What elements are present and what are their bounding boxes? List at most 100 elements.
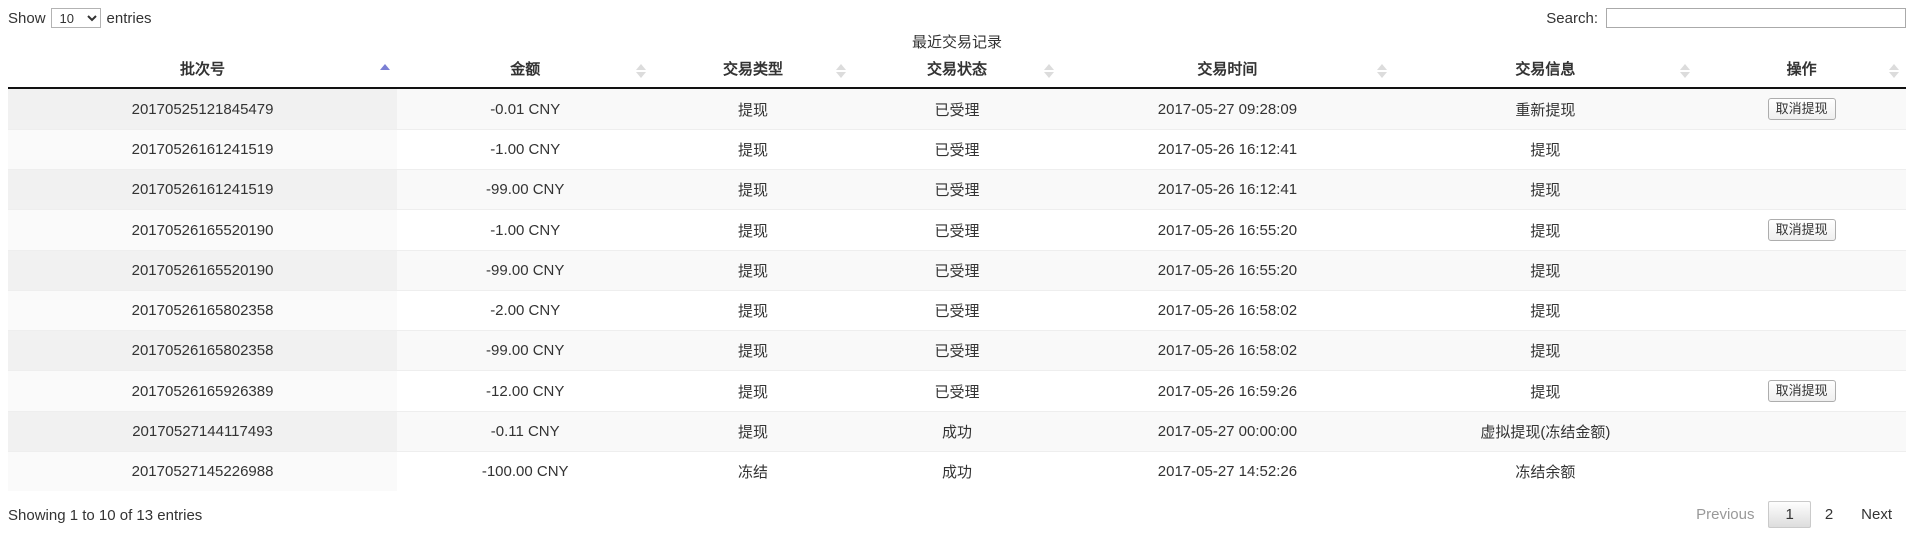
cell-status: 已受理 [852,250,1062,291]
cell-action [1697,290,1906,331]
cell-amount: -2.00 CNY [397,290,654,331]
page-length-select[interactable]: 102550100 [50,8,101,28]
cell-action [1697,169,1906,210]
cell-status: 已受理 [852,129,1062,170]
cell-type: 提现 [653,250,853,291]
cell-amount: -0.11 CNY [397,411,654,452]
cell-action [1697,411,1906,452]
cell-info: 提现 [1393,370,1698,412]
cell-amount: -1.00 CNY [397,129,654,170]
cell-action [1697,330,1906,371]
sort-none-icon[interactable] [1376,63,1388,79]
cell-type: 提现 [653,169,853,210]
table-row: 20170526165520190 -1.00 CNY 提现 已受理 2017-05-2… [8,209,1906,251]
cell-time: 2017-05-26 16:55:20 [1061,250,1394,291]
cell-time: 2017-05-27 00:00:00 [1061,411,1394,452]
search-input[interactable] [1606,8,1906,28]
pagination-next[interactable]: Next [1847,501,1906,529]
cell-status: 已受理 [852,370,1062,412]
cell-info: 提现 [1393,129,1698,170]
cell-action: 取消提现 [1697,209,1906,251]
column-header-label: 操作 [1786,61,1817,78]
pagination: Previous 12 Next [1682,501,1906,529]
datatable-container: Show 102550100 entries Search: 最近交易记录 批次… [0,0,1914,529]
cell-info: 提现 [1393,330,1698,371]
column-header-1[interactable]: 批次号 [8,54,398,89]
transactions-table: 批次号 金额 交易类型 交易状态 交易时间 交易信息 操作 2017052512184547… [8,54,1906,491]
cancel-withdrawal-button[interactable]: 取消提现 [1767,98,1836,120]
column-header-5[interactable]: 交易时间 [1061,54,1394,89]
column-header-label: 交易类型 [722,61,783,78]
show-label: Show [8,9,46,27]
sort-none-icon[interactable] [1043,63,1055,79]
table-row: 20170526161241519 -99.00 CNY 提现 已受理 2017-05-… [8,169,1906,210]
cell-type: 冻结 [653,451,853,491]
pagination-previous[interactable]: Previous [1682,501,1768,529]
cell-type: 提现 [653,330,853,371]
cell-info: 提现 [1393,209,1698,251]
cell-status: 已受理 [852,330,1062,371]
column-header-7[interactable]: 操作 [1697,54,1906,89]
cell-batch: 20170526161241519 [8,169,398,210]
cell-batch: 20170525121845479 [8,87,398,130]
cell-batch: 20170526165520190 [8,250,398,291]
cell-amount: -99.00 CNY [397,330,654,371]
cell-batch: 20170527144117493 [8,411,398,452]
column-header-3[interactable]: 交易类型 [653,54,853,89]
table-controls-bar: Show 102550100 entries Search: [8,0,1906,33]
column-header-label: 交易信息 [1515,61,1576,78]
table-row: 20170526165520190 -99.00 CNY 提现 已受理 2017-05-… [8,250,1906,291]
pagination-page-1[interactable]: 1 [1768,501,1811,528]
cell-time: 2017-05-26 16:59:26 [1061,370,1394,412]
cell-info: 提现 [1393,290,1698,331]
cell-amount: -0.01 CNY [397,87,654,130]
column-header-label: 交易时间 [1197,61,1258,78]
table-row: 20170526165926389 -12.00 CNY 提现 已受理 2017-05-… [8,370,1906,412]
pagination-pages: 12 [1768,501,1847,528]
sort-none-icon[interactable] [835,63,847,79]
cell-amount: -12.00 CNY [397,370,654,412]
cell-batch: 20170526165802358 [8,330,398,371]
cell-time: 2017-05-26 16:58:02 [1061,330,1394,371]
cell-action [1697,250,1906,291]
table-row: 20170527145226988 -100.00 CNY 冻结 成功 2017-05-… [8,451,1906,491]
sort-none-icon[interactable] [1679,63,1691,79]
cell-action [1697,451,1906,491]
table-row: 20170526165802358 -2.00 CNY 提现 已受理 2017-05-2… [8,290,1906,331]
table-info: Showing 1 to 10 of 13 entries [8,506,203,524]
cell-info: 重新提现 [1393,87,1698,130]
sort-ascending-icon[interactable] [379,63,391,79]
cell-type: 提现 [653,129,853,170]
cell-time: 2017-05-26 16:12:41 [1061,129,1394,170]
sort-none-icon[interactable] [635,63,647,79]
pagination-page-2[interactable]: 2 [1811,501,1847,528]
cell-info: 提现 [1393,169,1698,210]
cell-batch: 20170527145226988 [8,451,398,491]
cancel-withdrawal-button[interactable]: 取消提现 [1767,380,1836,402]
cell-time: 2017-05-26 16:12:41 [1061,169,1394,210]
page-length-control: Show 102550100 entries [8,8,152,28]
sort-none-icon[interactable] [1888,63,1900,79]
cell-action: 取消提现 [1697,87,1906,130]
table-row: 20170527144117493 -0.11 CNY 提现 成功 2017-05-27… [8,411,1906,452]
cell-status: 成功 [852,451,1062,491]
cell-type: 提现 [653,290,853,331]
column-header-4[interactable]: 交易状态 [852,54,1062,89]
cell-amount: -99.00 CNY [397,169,654,210]
cell-status: 已受理 [852,87,1062,130]
table-row: 20170526161241519 -1.00 CNY 提现 已受理 2017-05-2… [8,129,1906,170]
cell-batch: 20170526165926389 [8,370,398,412]
cell-amount: -100.00 CNY [397,451,654,491]
table-header-row: 批次号 金额 交易类型 交易状态 交易时间 交易信息 操作 [8,54,1906,89]
cancel-withdrawal-button[interactable]: 取消提现 [1767,219,1836,241]
column-header-6[interactable]: 交易信息 [1393,54,1698,89]
cell-batch: 20170526161241519 [8,129,398,170]
cell-action [1697,129,1906,170]
cell-time: 2017-05-26 16:55:20 [1061,209,1394,251]
search-control: Search: [1546,8,1906,28]
cell-time: 2017-05-27 14:52:26 [1061,451,1394,491]
column-header-2[interactable]: 金额 [397,54,654,89]
column-header-label: 金额 [510,61,541,78]
cell-time: 2017-05-26 16:58:02 [1061,290,1394,331]
cell-type: 提现 [653,370,853,412]
